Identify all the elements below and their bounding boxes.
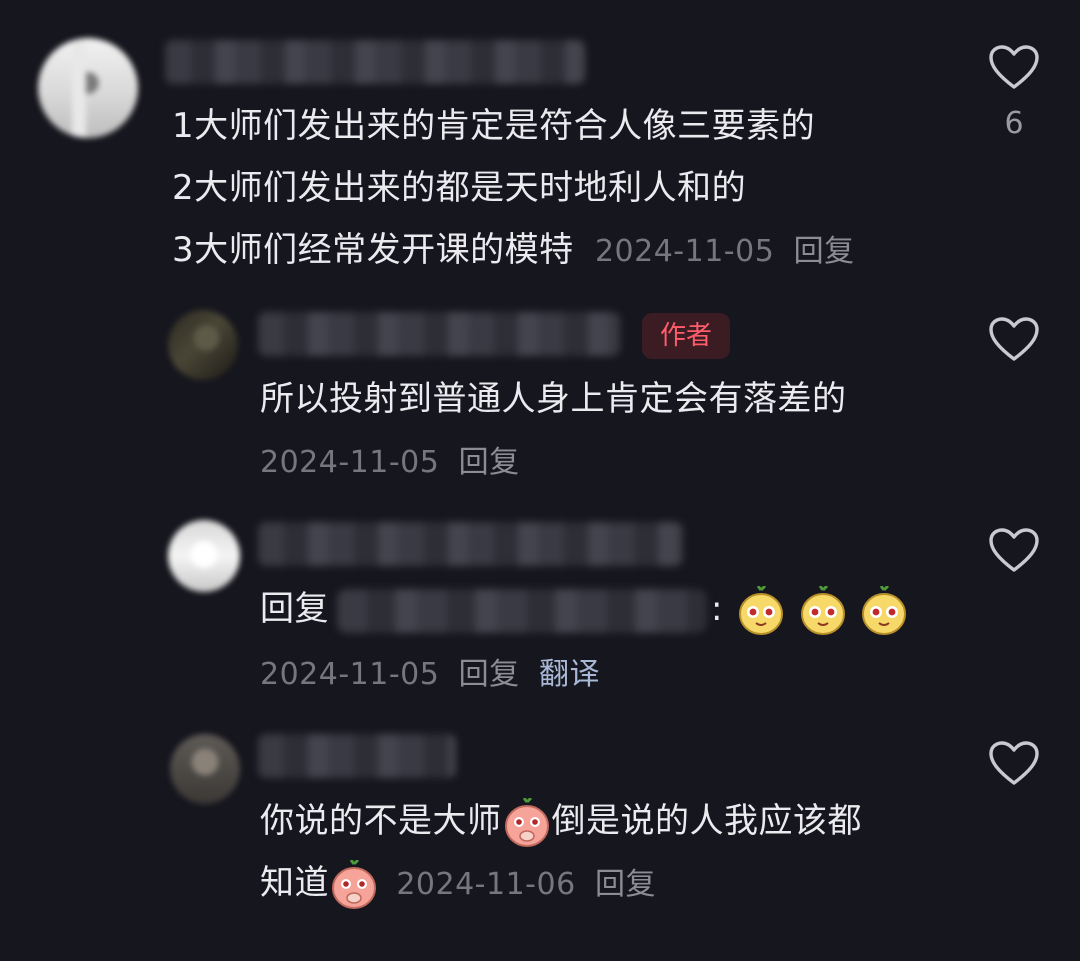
- avatar[interactable]: [170, 734, 240, 804]
- reply-text-part: 知道: [260, 863, 329, 903]
- shy-face-emoji-icon: [332, 859, 376, 909]
- reply-text-part: 倒是说的人我应该都: [551, 801, 862, 841]
- cute-face-emoji-icon: [861, 585, 906, 635]
- reply-button[interactable]: 回复: [459, 445, 520, 480]
- reply-text-line-2: 知道 2024-11-06 回复: [260, 852, 656, 916]
- heart-icon[interactable]: [988, 527, 1040, 573]
- reply-text-line-1: 你说的不是大师 倒是说的人我应该都: [260, 790, 862, 852]
- avatar[interactable]: [168, 520, 240, 592]
- reply-button[interactable]: 回复: [459, 657, 520, 692]
- reply-text-part: 你说的不是大师: [260, 801, 502, 841]
- reply-text: 所以投射到普通人身上肯定会有落差的: [260, 379, 847, 419]
- author-badge: 作者: [642, 313, 730, 359]
- cute-face-emoji-icon: [800, 585, 845, 635]
- avatar[interactable]: [38, 38, 138, 138]
- comment-line-3: 3大师们经常发开课的模特 2024-11-05 回复: [172, 219, 855, 283]
- cute-face-emoji-icon: [739, 585, 784, 635]
- reply-meta: 2024-11-05 回复 翻译: [260, 642, 600, 706]
- username-blurred[interactable]: [258, 312, 620, 356]
- translate-button[interactable]: 翻译: [539, 657, 600, 692]
- comment-line-1: 1大师们发出来的肯定是符合人像三要素的: [172, 106, 816, 146]
- heart-icon[interactable]: [988, 316, 1040, 362]
- reply-date: 2024-11-05: [260, 657, 440, 692]
- like-count: 6: [1004, 106, 1024, 141]
- reply-prefix: 回复: [260, 589, 329, 629]
- reply-separator: :: [711, 589, 723, 629]
- username-blurred[interactable]: [258, 734, 456, 778]
- reply-meta: 2024-11-05 回复: [260, 430, 520, 494]
- shy-face-emoji-icon: [504, 797, 549, 847]
- reply-button[interactable]: 回复: [595, 867, 656, 902]
- reply-text: 回复:: [260, 578, 907, 640]
- reply-button[interactable]: 回复: [794, 234, 855, 269]
- reply-date: 2024-11-06: [396, 867, 576, 902]
- comment-line-3-text: 3大师们经常发开课的模特: [172, 230, 574, 270]
- heart-icon[interactable]: [988, 44, 1040, 90]
- comment-line-2: 2大师们发出来的都是天时地利人和的: [172, 168, 747, 208]
- comment-date: 2024-11-05: [594, 234, 775, 269]
- mentioned-user-blurred[interactable]: [337, 588, 707, 633]
- username-blurred[interactable]: [165, 40, 585, 84]
- heart-icon[interactable]: [988, 740, 1040, 786]
- reply-date: 2024-11-05: [260, 445, 440, 480]
- avatar[interactable]: [168, 310, 238, 380]
- username-blurred[interactable]: [258, 522, 683, 566]
